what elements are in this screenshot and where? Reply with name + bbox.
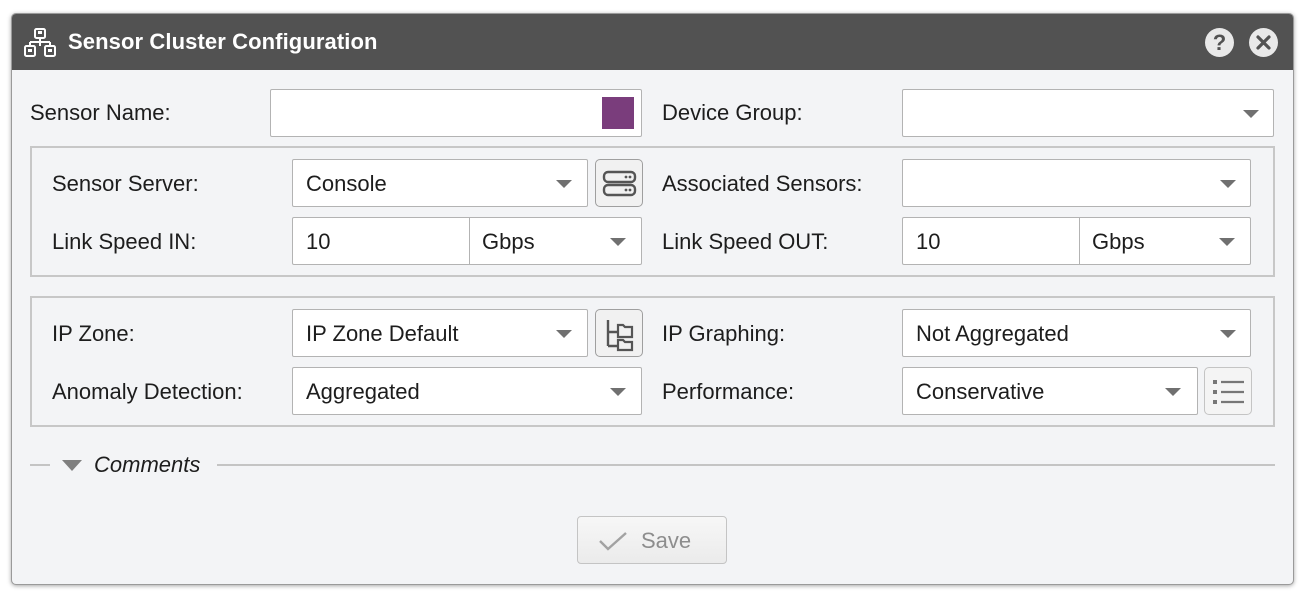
dialog-title: Sensor Cluster Configuration: [68, 29, 378, 54]
chevron-down-icon: [1220, 180, 1236, 188]
chevron-down-icon: [556, 330, 572, 338]
color-swatch[interactable]: [602, 97, 634, 129]
sensor-cluster-dialog: Sensor Cluster Configuration ? Sensor Na…: [11, 13, 1294, 585]
link-speed-in-input[interactable]: 10: [306, 229, 330, 255]
performance-select[interactable]: Conservative: [902, 367, 1198, 415]
save-label: Save: [641, 528, 692, 553]
comments-divider: [217, 464, 1275, 466]
close-icon[interactable]: [1249, 28, 1278, 57]
comments-toggle[interactable]: Comments: [94, 452, 200, 478]
sensor-name-input[interactable]: [270, 89, 642, 137]
ip-zone-tree-button[interactable]: [595, 309, 643, 357]
anomaly-detection-select[interactable]: Aggregated: [292, 367, 642, 415]
ip-graphing-label: IP Graphing:: [662, 321, 786, 346]
link-speed-in-unit-select[interactable]: Gbps: [482, 229, 535, 255]
comments-divider: [30, 464, 50, 466]
chevron-down-icon: [610, 238, 626, 246]
anomaly-detection-label: Anomaly Detection:: [52, 379, 243, 404]
checkmark-icon: [599, 532, 627, 551]
field-divider: [1079, 218, 1080, 264]
chevron-down-icon: [1219, 238, 1235, 246]
chevron-down-icon: [610, 388, 626, 396]
performance-list-button[interactable]: [1204, 367, 1252, 415]
help-icon[interactable]: ?: [1205, 28, 1234, 57]
performance-label: Performance:: [662, 379, 795, 404]
associated-sensors-label: Associated Sensors:: [662, 171, 863, 196]
sensor-server-select[interactable]: Console: [292, 159, 588, 207]
cluster-icon: [24, 28, 56, 58]
sensor-name-label: Sensor Name:: [30, 100, 171, 125]
field-divider: [469, 218, 470, 264]
ip-zone-label: IP Zone:: [52, 321, 135, 346]
device-group-label: Device Group:: [662, 100, 803, 125]
chevron-down-icon: [556, 180, 572, 188]
link-speed-in-field: 10 Gbps: [292, 217, 642, 265]
link-speed-out-field: 10 Gbps: [902, 217, 1251, 265]
chevron-down-icon[interactable]: [62, 460, 82, 471]
device-group-select[interactable]: [902, 89, 1274, 137]
link-speed-out-unit-select[interactable]: Gbps: [1092, 229, 1145, 255]
dialog-titlebar[interactable]: Sensor Cluster Configuration ?: [12, 14, 1293, 70]
associated-sensors-select[interactable]: [902, 159, 1251, 207]
chevron-down-icon: [1220, 330, 1236, 338]
sensor-server-label: Sensor Server:: [52, 171, 199, 196]
list-icon: [1213, 380, 1244, 404]
link-speed-out-label: Link Speed OUT:: [662, 229, 829, 254]
chevron-down-icon: [1243, 110, 1259, 118]
server-button[interactable]: [595, 159, 643, 207]
tree-icon: [606, 320, 634, 352]
server-icon: [602, 170, 637, 197]
link-speed-in-label: Link Speed IN:: [52, 229, 197, 254]
ip-zone-select[interactable]: IP Zone Default: [292, 309, 588, 357]
chevron-down-icon: [1165, 388, 1181, 396]
link-speed-out-input[interactable]: 10: [916, 229, 940, 255]
ip-graphing-select[interactable]: Not Aggregated: [902, 309, 1251, 357]
save-button[interactable]: Save: [577, 516, 727, 564]
